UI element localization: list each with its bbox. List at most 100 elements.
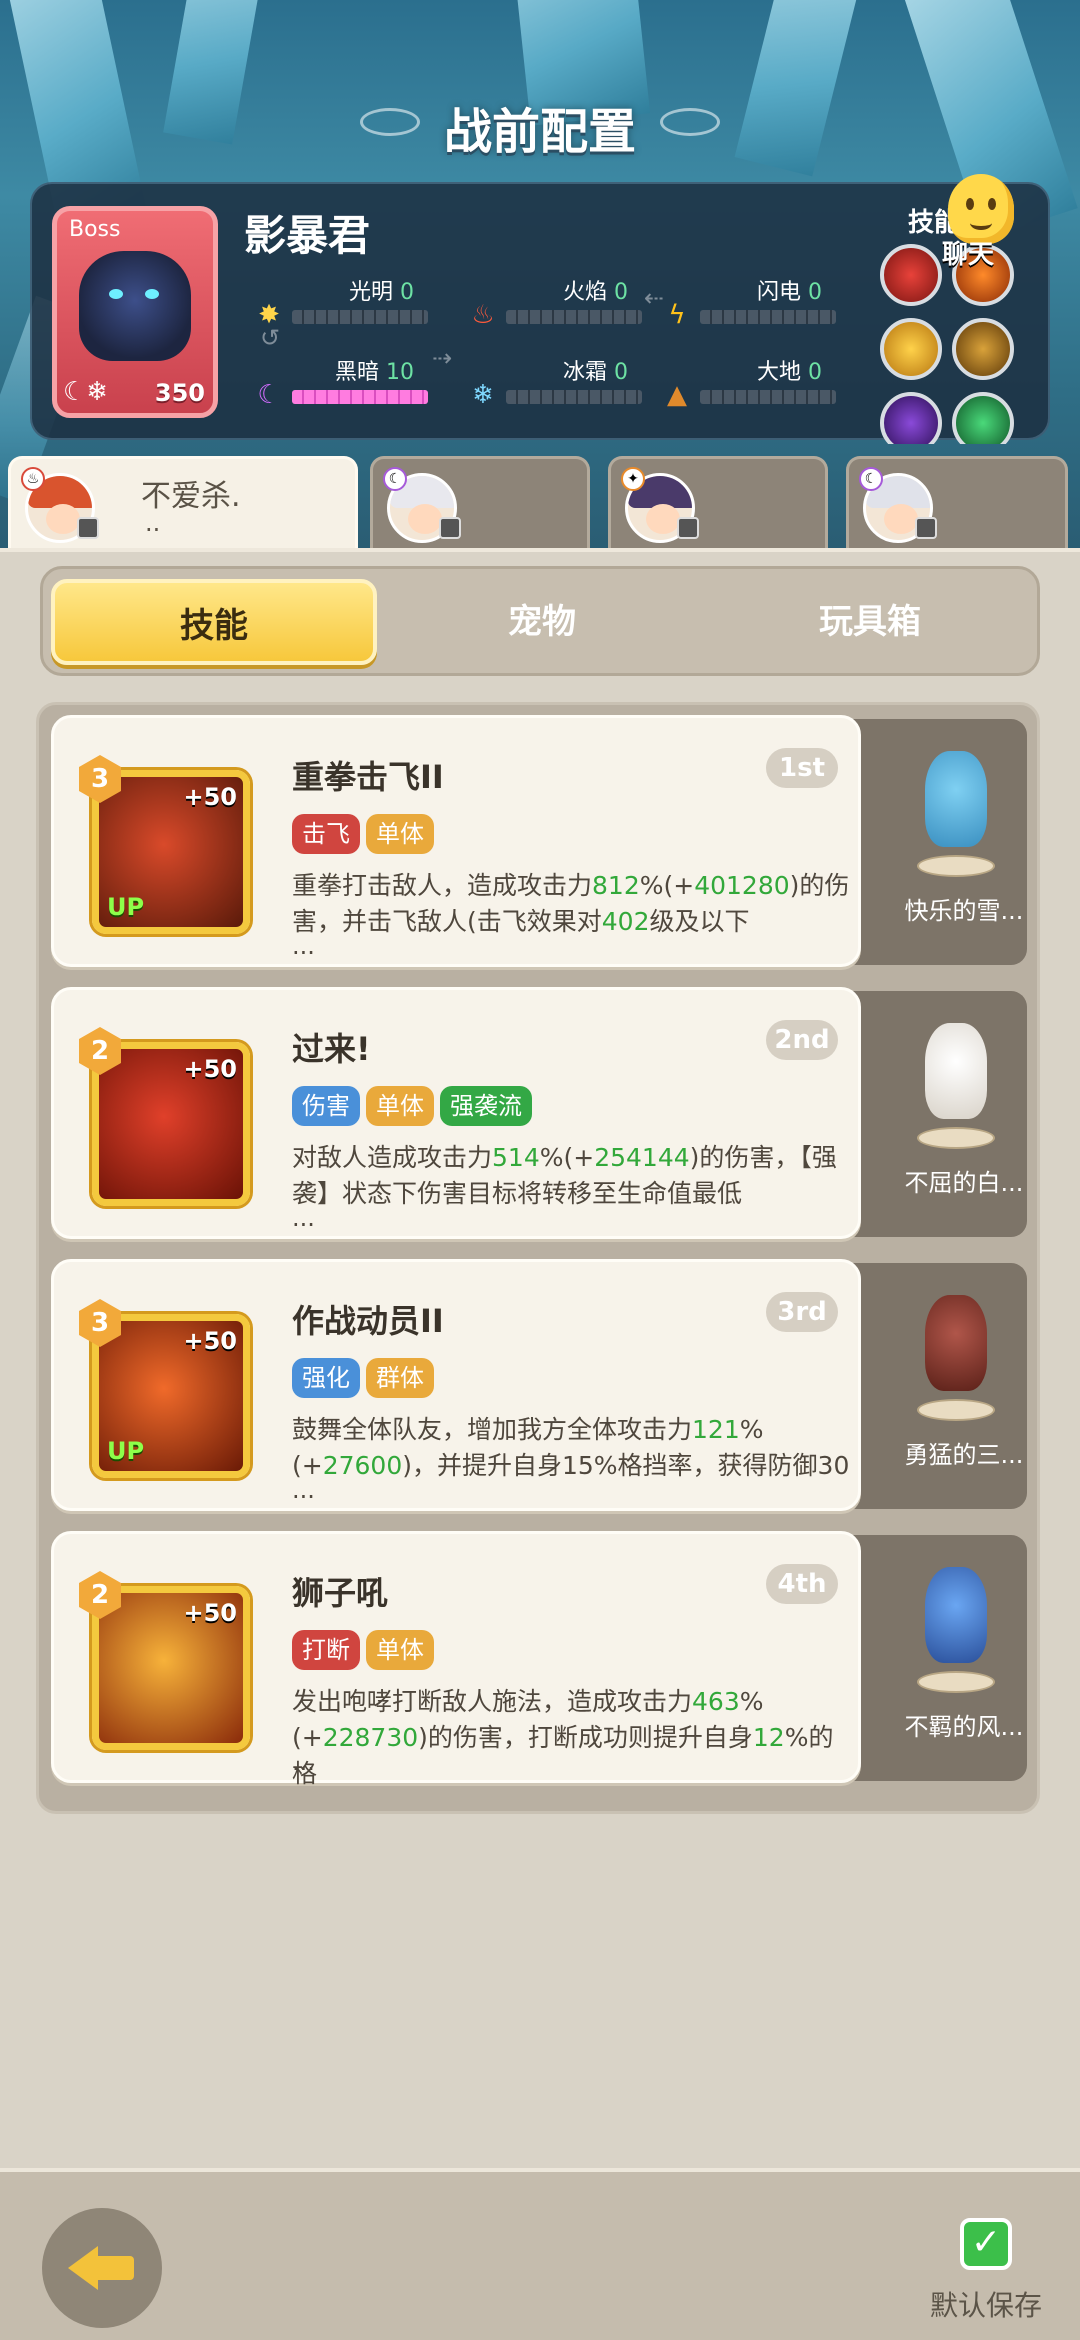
pet-figure bbox=[911, 1009, 1001, 1149]
skill-rank: 4th bbox=[766, 1564, 838, 1604]
skill-tags: 强化 群体 bbox=[292, 1358, 440, 1398]
skill-tag: 伤害 bbox=[292, 1086, 360, 1126]
hero-tab-3[interactable]: ✦ bbox=[608, 456, 828, 550]
pet-mini-icon bbox=[439, 517, 461, 539]
skill-bonus: +50 bbox=[183, 1327, 237, 1355]
skill-description: 对敌人造成攻击力514%(+254144)的伤害，【强袭】状态下伤害目标将转移至… bbox=[292, 1143, 837, 1208]
pet-figure bbox=[911, 1281, 1001, 1421]
stat-earth: 大地 0 ▲ bbox=[662, 354, 862, 414]
stat-label: 光明 bbox=[348, 280, 393, 305]
stat-label: 黑暗 bbox=[334, 360, 379, 385]
hero-sub: .. bbox=[145, 509, 161, 537]
skill-card[interactable]: 2 +50 狮子吼 4th 打断 单体 发出咆哮打断敌人施法，造成攻击力463%(… bbox=[51, 1531, 861, 1788]
skill-title: 重拳击飞II bbox=[292, 758, 444, 796]
pet-mini-icon bbox=[677, 517, 699, 539]
stat-value: 0 bbox=[808, 360, 822, 385]
element-cycle-arrow: ⇠ bbox=[644, 284, 665, 312]
skill-tag: 单体 bbox=[366, 1086, 434, 1126]
boss-skill-icons[interactable] bbox=[876, 244, 1022, 444]
moon-icon: ☾ bbox=[257, 380, 281, 410]
default-save-checkbox[interactable]: ✓ bbox=[960, 2218, 1012, 2270]
skill-rank: 1st bbox=[766, 748, 838, 788]
skill-level-badge: 2 bbox=[79, 1027, 121, 1075]
snowflake-icon: ❄ bbox=[472, 380, 494, 410]
stat-bar bbox=[700, 390, 836, 404]
skill-row[interactable]: 勇猛的三... 3 +50 UP 作战动员II 3rd 强化 群体 鼓舞全体队友，… bbox=[51, 1259, 1031, 1511]
stat-value: 0 bbox=[614, 360, 628, 385]
skill-tag: 打断 bbox=[292, 1630, 360, 1670]
skill-tags: 伤害 单体 强袭流 bbox=[292, 1086, 538, 1126]
chat-button[interactable]: 聊天 bbox=[936, 174, 1026, 274]
boss-level: 350 bbox=[154, 379, 205, 407]
stat-bar-fill bbox=[292, 390, 428, 404]
skill-tag: 强袭流 bbox=[440, 1086, 532, 1126]
hero-tab-1[interactable]: ♨ 不爱杀. .. bbox=[8, 456, 358, 550]
skill-tag: 单体 bbox=[366, 814, 434, 854]
pet-mini-icon bbox=[77, 517, 99, 539]
fire-icon: ♨ bbox=[471, 300, 495, 330]
stat-lightning: 闪电 0 ϟ bbox=[662, 274, 862, 334]
skill-card[interactable]: 3 +50 UP 作战动员II 3rd 强化 群体 鼓舞全体队友，增加我方全体攻击… bbox=[51, 1259, 861, 1511]
stat-label: 火焰 bbox=[562, 280, 607, 305]
pet-figure bbox=[911, 737, 1001, 877]
skill-description: 重拳打击敌人，造成攻击力812%(+401280)的伤害，并击飞敌人(击飞效果对… bbox=[292, 871, 850, 936]
stat-value: 0 bbox=[614, 280, 628, 305]
skill-card[interactable]: 3 +50 UP 重拳击飞II 1st 击飞 单体 重拳打击敌人，造成攻击力812… bbox=[51, 715, 861, 967]
skill-upgrade-label: UP bbox=[107, 893, 145, 921]
element-cycle-arrow: ↺ bbox=[260, 324, 281, 352]
boss-tag: Boss bbox=[69, 217, 121, 242]
skill-description-more: ... bbox=[292, 1748, 315, 1776]
lion-roar-skill-icon: 2 +50 bbox=[79, 1571, 250, 1750]
bottom-bar: ✓ 默认保存 bbox=[0, 2168, 1080, 2340]
tab-toybox[interactable]: 玩具箱 bbox=[707, 579, 1033, 665]
boss-card[interactable]: Boss ☾❄ 350 bbox=[52, 206, 218, 418]
skill-tag: 强化 bbox=[292, 1358, 360, 1398]
stat-light: 光明 0 ✸ bbox=[254, 274, 454, 334]
skill-tag: 单体 bbox=[366, 1630, 434, 1670]
hero-class-badge: ☾ bbox=[859, 467, 883, 491]
stat-bar bbox=[700, 310, 836, 324]
skill-title: 过来! bbox=[292, 1030, 371, 1068]
skill-level-badge: 3 bbox=[79, 1299, 121, 1347]
tab-pets[interactable]: 宠物 bbox=[379, 579, 705, 665]
fist-skill-icon: 3 +50 UP bbox=[79, 755, 250, 934]
boss-skill-icon[interactable] bbox=[880, 392, 942, 444]
stat-value: 10 bbox=[386, 360, 414, 385]
rally-skill-icon: 3 +50 UP bbox=[79, 1299, 250, 1478]
skill-row[interactable]: 不羁的风... 2 +50 狮子吼 4th 打断 单体 发出咆哮打断敌人施法，造成… bbox=[51, 1531, 1031, 1788]
skill-upgrade-label: UP bbox=[107, 1437, 145, 1465]
boss-skill-icon[interactable] bbox=[880, 244, 942, 306]
skill-description: 鼓舞全体队友，增加我方全体攻击力121%(+27600)，并提升自身15%格挡率… bbox=[292, 1415, 850, 1480]
skill-rank: 2nd bbox=[766, 1020, 838, 1060]
skill-rank: 3rd bbox=[766, 1292, 838, 1332]
element-cycle-arrow: ⇢ bbox=[432, 344, 453, 372]
boss-skill-icon[interactable] bbox=[952, 392, 1014, 444]
stat-label: 大地 bbox=[756, 360, 801, 385]
boss-skill-icon[interactable] bbox=[952, 318, 1014, 380]
earth-icon: ▲ bbox=[667, 380, 687, 410]
skill-card[interactable]: 2 +50 过来! 2nd 伤害 单体 强袭流 对敌人造成攻击力514%(+2541… bbox=[51, 987, 861, 1239]
skill-tag: 击飞 bbox=[292, 814, 360, 854]
boss-skill-icon[interactable] bbox=[880, 318, 942, 380]
pet-figure bbox=[911, 1553, 1001, 1693]
boss-portrait bbox=[79, 251, 191, 361]
skill-description-more: ... bbox=[292, 932, 315, 960]
hero-tab-2[interactable]: ☾ bbox=[370, 456, 590, 550]
hero-tab-4[interactable]: ☾ bbox=[846, 456, 1068, 550]
skill-description: 发出咆哮打断敌人施法，造成攻击力463%(+228730)的伤害，打断成功则提升… bbox=[292, 1687, 834, 1788]
pet-mini-icon bbox=[915, 517, 937, 539]
skill-description-more: ... bbox=[292, 1204, 315, 1232]
skill-tag: 群体 bbox=[366, 1358, 434, 1398]
category-tabs: 技能 宠物 玩具箱 bbox=[40, 566, 1040, 676]
skill-tags: 打断 单体 bbox=[292, 1630, 440, 1670]
skill-row[interactable]: 快乐的雪... 3 +50 UP 重拳击飞II 1st 击飞 单体 重拳打击敌人，… bbox=[51, 715, 1031, 967]
skill-title: 狮子吼 bbox=[292, 1574, 389, 1612]
skill-tags: 击飞 单体 bbox=[292, 814, 440, 854]
skill-description-more: ... bbox=[292, 1476, 315, 1504]
pet-name: 不屈的白... bbox=[904, 1169, 1024, 1197]
back-arrow-icon[interactable] bbox=[42, 2208, 162, 2328]
skill-row[interactable]: 不屈的白... 2 +50 过来! 2nd 伤害 单体 强袭流 对敌人造成攻击力51… bbox=[51, 987, 1031, 1239]
skill-list: 快乐的雪... 3 +50 UP 重拳击飞II 1st 击飞 单体 重拳打击敌人，… bbox=[36, 702, 1040, 1814]
tab-skills[interactable]: 技能 bbox=[51, 579, 377, 665]
hero-class-badge: ☾ bbox=[383, 467, 407, 491]
